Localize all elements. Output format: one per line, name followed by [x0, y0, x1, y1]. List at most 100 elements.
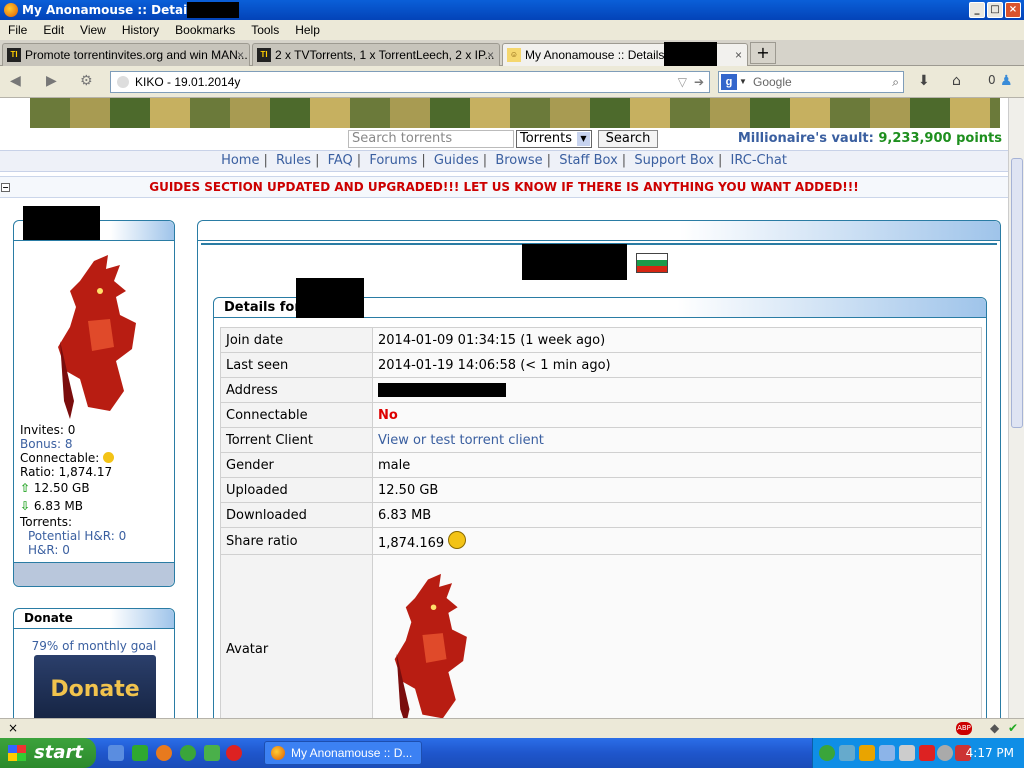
nav-guides[interactable]: Guides: [434, 153, 479, 168]
nav-staff-box[interactable]: Staff Box: [559, 153, 618, 168]
quicklaunch-utorrent-icon[interactable]: [180, 745, 196, 761]
tab-close-icon[interactable]: ×: [237, 44, 244, 66]
download-icon[interactable]: ⬇: [918, 73, 930, 89]
torrent-client-link[interactable]: View or test torrent client: [372, 427, 982, 453]
magnifier-icon[interactable]: ⌕: [892, 72, 899, 92]
search-button[interactable]: Search: [598, 130, 658, 148]
mam-icon: ☺: [507, 48, 521, 62]
tray-utorrent-icon[interactable]: [819, 745, 835, 761]
donate-goal: 79% of monthly goal: [31, 639, 157, 653]
tab-label: My Anonamouse :: Details for: [525, 48, 682, 62]
connectable-value: No: [372, 402, 982, 428]
table-row: Address: [220, 377, 982, 403]
tray-tools-icon[interactable]: [899, 745, 915, 761]
go-arrow-icon[interactable]: ➔: [694, 72, 704, 92]
avatar-cell: [372, 554, 982, 718]
nav-home[interactable]: Home: [221, 153, 259, 168]
table-row: Uploaded 12.50 GB: [220, 477, 982, 503]
details-panel: Details for Join date 2014-01-09 01:34:15…: [213, 297, 987, 718]
menu-history[interactable]: History: [114, 23, 167, 37]
row-key: Avatar: [220, 554, 373, 718]
row-key: Gender: [220, 452, 373, 478]
quicklaunch-refresh-icon[interactable]: [204, 745, 220, 761]
tray-c-icon[interactable]: [919, 745, 935, 761]
table-row: Torrent Client View or test torrent clien…: [220, 427, 982, 453]
redacted-username: [664, 42, 717, 66]
table-row: Avatar: [220, 554, 982, 718]
vertical-scrollbar[interactable]: [1008, 98, 1024, 718]
avatar: [58, 255, 136, 419]
engine-dropdown-icon[interactable]: ▼: [739, 72, 747, 92]
home-icon[interactable]: ⌂: [952, 73, 961, 89]
torrent-search-input[interactable]: Search torrents: [348, 130, 514, 148]
addon-bar-icon[interactable]: ◆: [990, 721, 999, 735]
tab-close-icon[interactable]: ×: [735, 44, 742, 66]
nav-rules[interactable]: Rules: [276, 153, 311, 168]
tray-speaker-icon[interactable]: [937, 745, 953, 761]
potential-hnr-link[interactable]: Potential H&R: 0: [28, 529, 126, 543]
identity-icon[interactable]: ⚙: [80, 73, 93, 89]
chevron-down-icon: ▼: [577, 132, 590, 146]
tray-package-icon[interactable]: [859, 745, 875, 761]
scrollbar-thumb[interactable]: [1011, 158, 1023, 428]
menu-help[interactable]: Help: [287, 23, 328, 37]
close-button[interactable]: ×: [1005, 2, 1021, 18]
minimize-button[interactable]: _: [969, 2, 985, 18]
details-table: Join date 2014-01-09 01:34:15 (1 week ago…: [220, 327, 982, 718]
firefox-icon: [271, 746, 285, 760]
nav-support-box[interactable]: Support Box: [634, 153, 714, 168]
nav-irc-chat[interactable]: IRC-Chat: [731, 153, 787, 168]
taskbar-firefox-button[interactable]: My Anonamouse :: D...: [264, 741, 422, 765]
search-placeholder: Google: [753, 75, 792, 89]
downloaded-value: 6.83 MB: [372, 502, 982, 528]
close-findbar-icon[interactable]: ×: [8, 721, 18, 735]
maximize-button[interactable]: □: [987, 2, 1003, 18]
nav-forums[interactable]: Forums: [369, 153, 417, 168]
profile-panel-header: [198, 221, 1000, 241]
quicklaunch-firefox-icon[interactable]: [156, 745, 172, 761]
tab-promote[interactable]: TI Promote torrentinvites.org and win MA…: [2, 43, 250, 66]
tray-network-icon[interactable]: [879, 745, 895, 761]
donate-button[interactable]: Donate: [34, 655, 156, 718]
tab-tvtorrents[interactable]: TI 2 x TVTorrents, 1 x TorrentLeech, 2 x…: [252, 43, 500, 66]
forward-icon[interactable]: ▶: [46, 73, 57, 89]
adblock-icon[interactable]: ABP: [956, 722, 972, 735]
menu-file[interactable]: File: [0, 23, 35, 37]
firefox-window: My Anonamouse :: Details for _ □ × File …: [0, 0, 1024, 768]
quicklaunch-skype-icon[interactable]: [132, 745, 148, 761]
title-bar: My Anonamouse :: Details for _ □ ×: [0, 0, 1024, 20]
collapse-icon[interactable]: −: [1, 183, 10, 192]
nav-faq[interactable]: FAQ: [328, 153, 353, 168]
last-seen-value: 2014-01-19 14:06:58 (< 1 min ago): [372, 352, 982, 378]
hnr-link[interactable]: H&R: 0: [28, 543, 70, 557]
tray-sync-icon[interactable]: [839, 745, 855, 761]
millionaires-vault[interactable]: Millionaire's vault: 9,233,900 points: [738, 131, 1002, 146]
start-button[interactable]: start: [0, 738, 96, 768]
tab-close-icon[interactable]: ×: [487, 44, 494, 66]
table-row: Last seen 2014-01-19 14:06:58 (< 1 min ag…: [220, 352, 982, 378]
menu-tools[interactable]: Tools: [243, 23, 287, 37]
menu-bookmarks[interactable]: Bookmarks: [167, 23, 243, 37]
row-key: Torrent Client: [220, 427, 373, 453]
dropdown-icon[interactable]: ▽: [678, 72, 687, 92]
menu-edit[interactable]: Edit: [35, 23, 72, 37]
addon-icon[interactable]: ♟: [1000, 73, 1013, 89]
url-bar[interactable]: KIKO - 19.01.2014y ▽ ➔: [110, 71, 710, 93]
quicklaunch-opera-icon[interactable]: [226, 745, 242, 761]
menu-view[interactable]: View: [72, 23, 114, 37]
redacted-username: [522, 244, 627, 280]
bonus-link[interactable]: Bonus: 8: [20, 437, 73, 451]
row-key: Downloaded: [220, 502, 373, 528]
quicklaunch-explorer-icon[interactable]: [108, 745, 124, 761]
sad-face-icon: [103, 452, 115, 463]
back-icon[interactable]: ◀: [10, 73, 21, 89]
downloaded-value: 6.83 MB: [33, 499, 84, 513]
web-search-input[interactable]: g ▼ Google ⌕: [718, 71, 904, 93]
share-ratio-value: 1,874.169: [378, 536, 445, 551]
search-scope-select[interactable]: Torrents ▼: [516, 130, 592, 148]
search-scope-value: Torrents: [520, 131, 572, 146]
new-tab-button[interactable]: +: [750, 42, 776, 64]
nav-browse[interactable]: Browse: [495, 153, 542, 168]
gender-value: male: [372, 452, 982, 478]
check-icon[interactable]: ✔: [1008, 721, 1018, 735]
